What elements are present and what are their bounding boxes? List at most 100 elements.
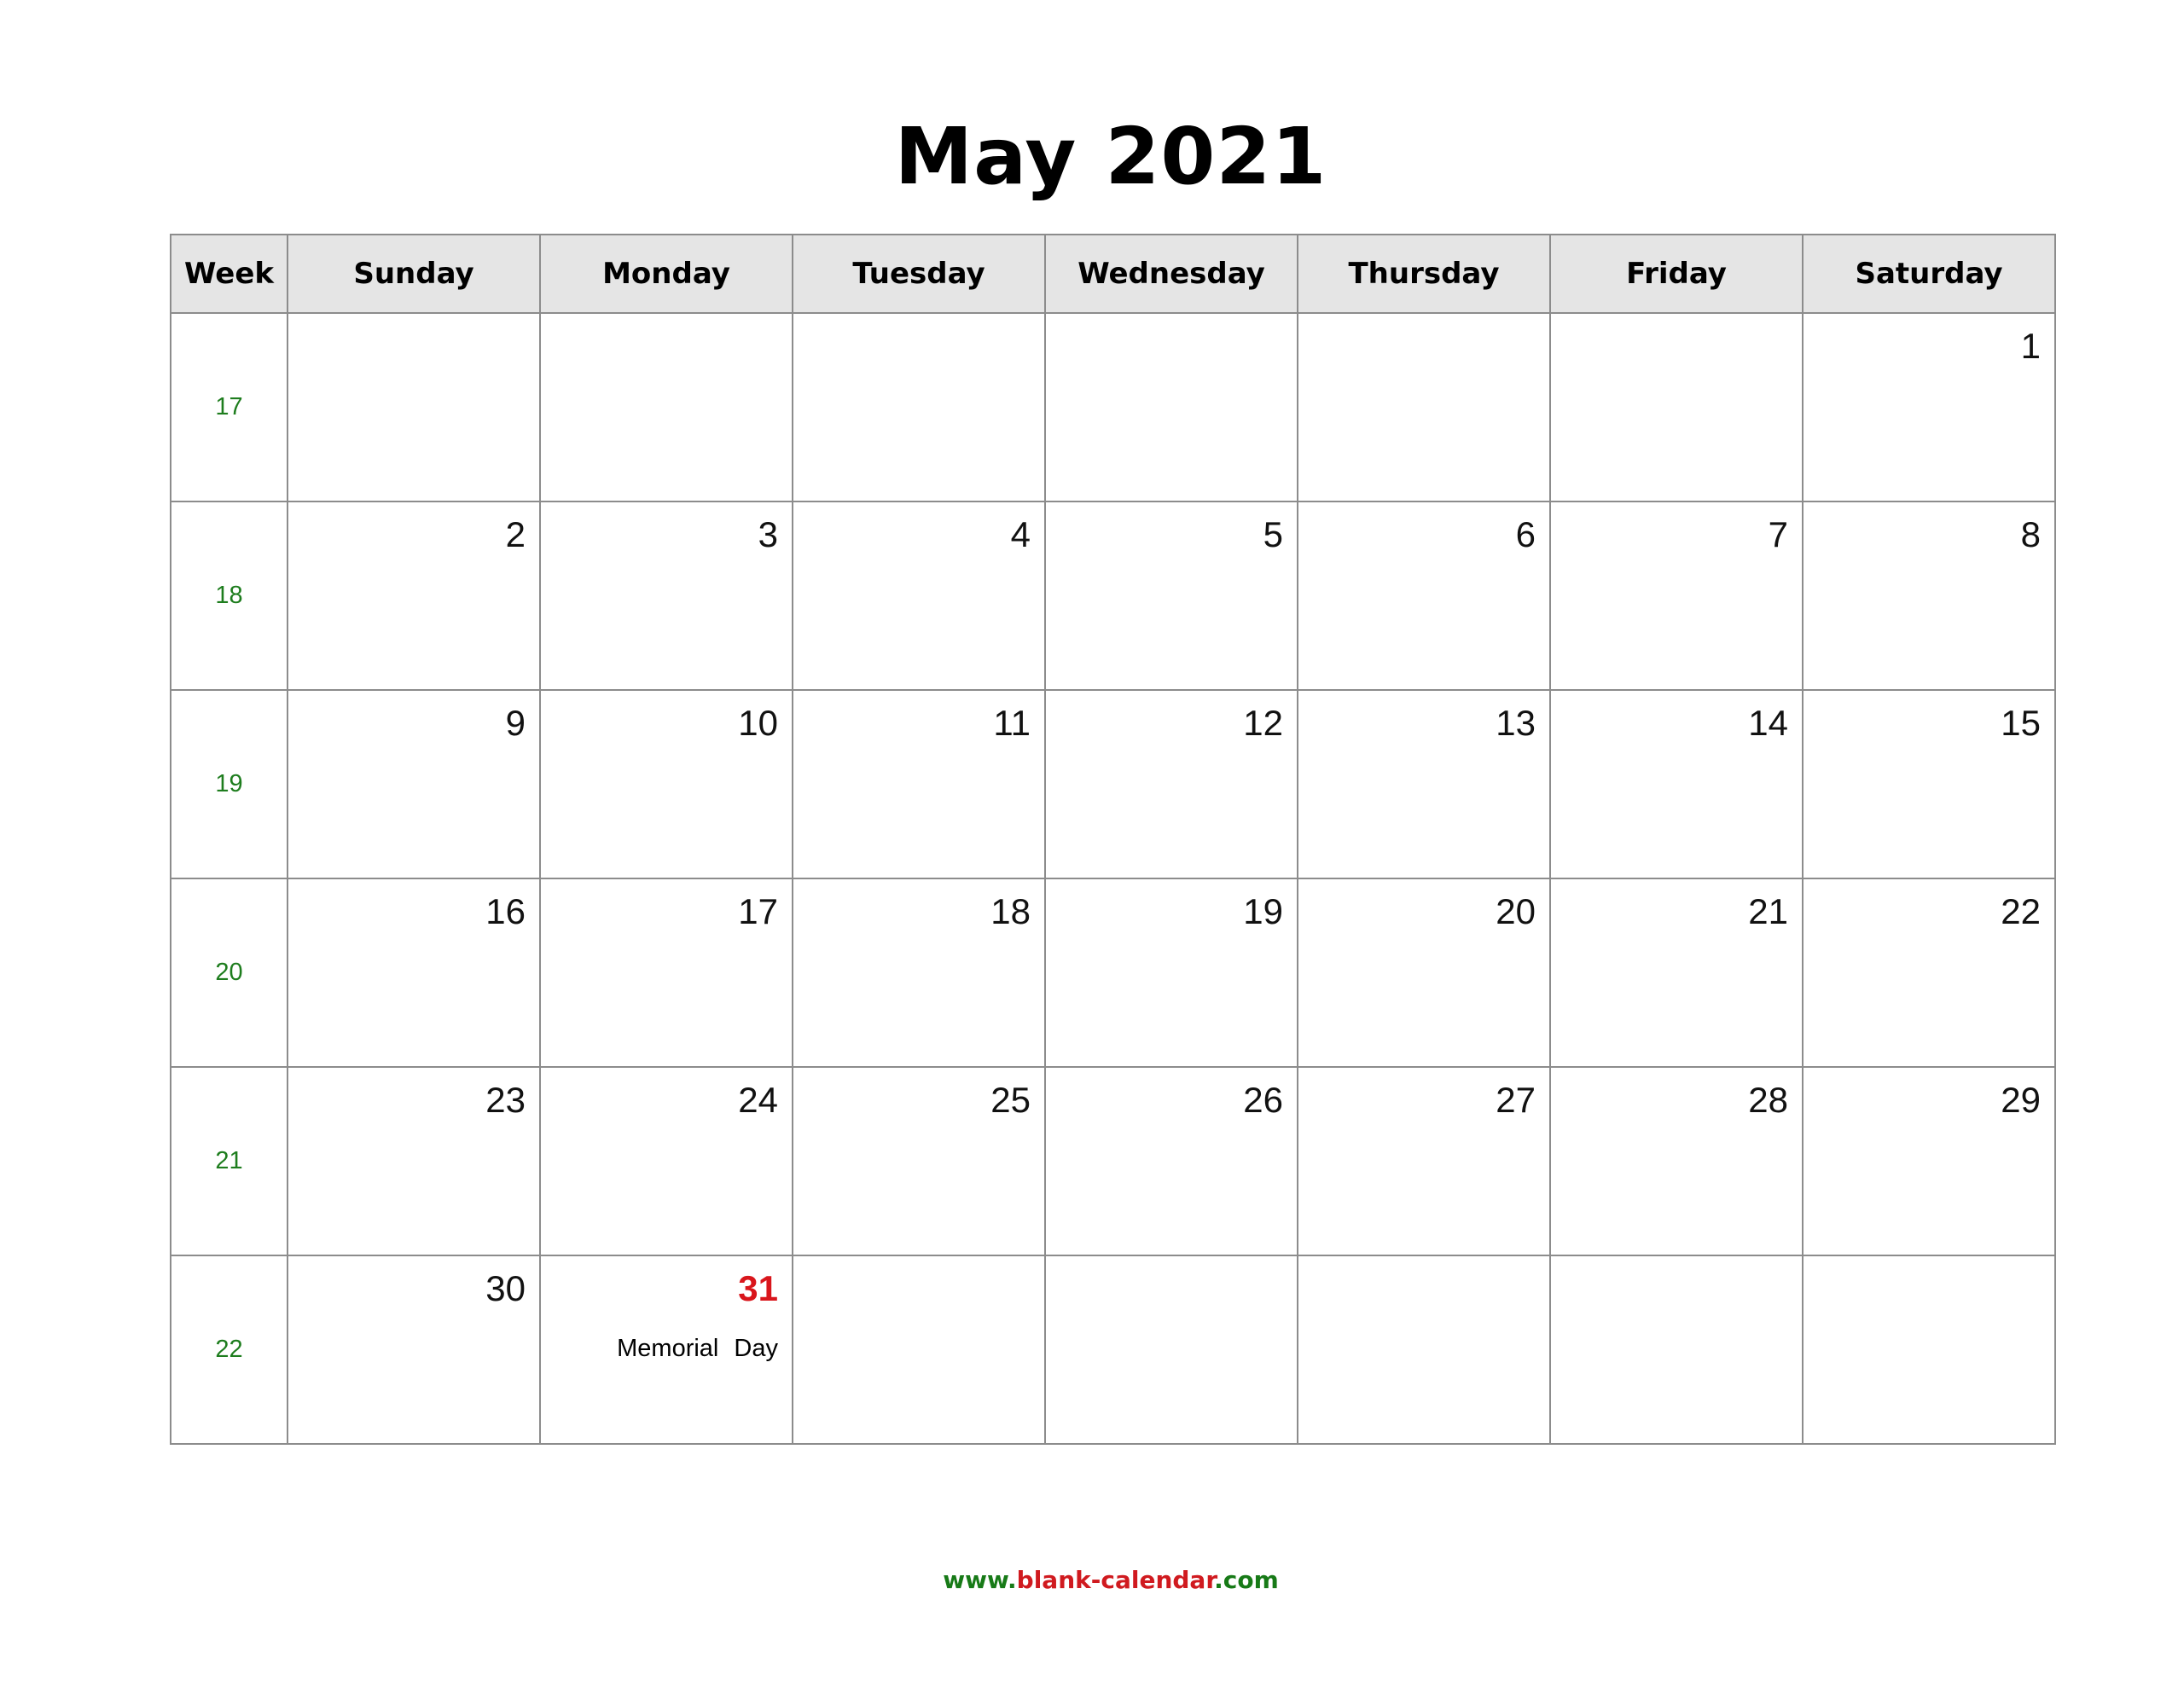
date-number: 14 xyxy=(1748,703,1788,743)
day-cell-wednesday[interactable]: 12 xyxy=(1044,689,1298,879)
date-number: 3 xyxy=(758,514,778,554)
day-cell-saturday[interactable]: 15 xyxy=(1802,689,2056,879)
date-number: 24 xyxy=(738,1080,778,1120)
date-number: 11 xyxy=(993,703,1031,743)
holiday-date-number: 31 xyxy=(738,1268,778,1308)
day-cell-wednesday[interactable]: 5 xyxy=(1044,501,1298,691)
day-cell-friday[interactable]: 21 xyxy=(1549,878,1804,1068)
date-number: 27 xyxy=(1496,1080,1536,1120)
week-number: 21 xyxy=(170,1066,288,1256)
weekday-header-row: Week Sunday Monday Tuesday Wednesday Thu… xyxy=(170,234,2056,314)
day-cell-thursday[interactable]: 27 xyxy=(1297,1066,1551,1256)
day-cell-monday[interactable]: 24 xyxy=(539,1066,793,1256)
week-row: 22 30 31 Memorial Day xyxy=(170,1255,2056,1445)
empty-day-cell[interactable] xyxy=(792,1255,1046,1445)
date-number: 2 xyxy=(505,514,526,554)
week-number: 18 xyxy=(170,501,288,691)
week-number: 20 xyxy=(170,878,288,1068)
empty-day-cell[interactable] xyxy=(1044,1255,1298,1445)
week-column-header: Week xyxy=(170,234,288,314)
weekday-header-wednesday: Wednesday xyxy=(1044,234,1298,314)
date-number: 17 xyxy=(738,891,778,931)
day-cell-monday[interactable]: 10 xyxy=(539,689,793,879)
date-number: 8 xyxy=(2020,514,2041,554)
weekday-header-tuesday: Tuesday xyxy=(792,234,1046,314)
week-row: 21 23 24 25 26 27 28 29 xyxy=(170,1066,2056,1256)
day-cell-saturday[interactable]: 29 xyxy=(1802,1066,2056,1256)
day-cell-monday[interactable]: 17 xyxy=(539,878,793,1068)
date-number: 19 xyxy=(1243,891,1283,931)
date-number: 28 xyxy=(1748,1080,1788,1120)
day-cell-wednesday[interactable]: 26 xyxy=(1044,1066,1298,1256)
date-number: 16 xyxy=(485,891,526,931)
week-number: 19 xyxy=(170,689,288,879)
date-number: 21 xyxy=(1748,891,1788,931)
date-number: 6 xyxy=(1515,514,1536,554)
day-cell-thursday[interactable]: 13 xyxy=(1297,689,1551,879)
date-number: 1 xyxy=(2020,326,2041,366)
date-number: 10 xyxy=(738,703,778,743)
day-cell-saturday[interactable]: 8 xyxy=(1802,501,2056,691)
day-cell-tuesday[interactable]: 11 xyxy=(792,689,1046,879)
holiday-label: Memorial Day xyxy=(617,1335,778,1362)
day-cell-tuesday[interactable]: 4 xyxy=(792,501,1046,691)
day-cell-sunday[interactable]: 9 xyxy=(287,689,541,879)
date-number: 12 xyxy=(1243,703,1283,743)
date-number: 20 xyxy=(1496,891,1536,931)
date-number: 25 xyxy=(990,1080,1031,1120)
day-cell-monday[interactable]: 3 xyxy=(539,501,793,691)
empty-day-cell[interactable] xyxy=(287,312,541,502)
date-number: 18 xyxy=(990,891,1031,931)
day-cell-sunday[interactable]: 30 xyxy=(287,1255,541,1445)
day-cell-tuesday[interactable]: 25 xyxy=(792,1066,1046,1256)
empty-day-cell[interactable] xyxy=(1802,1255,2056,1445)
day-cell-sunday[interactable]: 23 xyxy=(287,1066,541,1256)
weekday-header-monday: Monday xyxy=(539,234,793,314)
date-number: 9 xyxy=(505,703,526,743)
date-number: 26 xyxy=(1243,1080,1283,1120)
empty-day-cell[interactable] xyxy=(1549,312,1804,502)
week-number: 17 xyxy=(170,312,288,502)
week-row: 19 9 10 11 12 13 14 15 xyxy=(170,689,2056,879)
footer-url-suffix: .com xyxy=(1214,1566,1279,1594)
day-cell-saturday[interactable]: 22 xyxy=(1802,878,2056,1068)
day-cell-thursday[interactable]: 6 xyxy=(1297,501,1551,691)
empty-day-cell[interactable] xyxy=(1297,1255,1551,1445)
weekday-header-friday: Friday xyxy=(1549,234,1804,314)
day-cell-friday[interactable]: 14 xyxy=(1549,689,1804,879)
website-footer[interactable]: www.blank-calendar.com xyxy=(0,1566,2184,1594)
calendar-title: May 2021 xyxy=(894,111,1327,202)
day-cell-tuesday[interactable]: 18 xyxy=(792,878,1046,1068)
day-cell-wednesday[interactable]: 19 xyxy=(1044,878,1298,1068)
day-cell-monday[interactable]: 31 Memorial Day xyxy=(539,1255,793,1445)
week-row: 17 1 xyxy=(170,312,2056,502)
day-cell-friday[interactable]: 7 xyxy=(1549,501,1804,691)
date-number: 23 xyxy=(485,1080,526,1120)
empty-day-cell[interactable] xyxy=(539,312,793,502)
day-cell-saturday[interactable]: 1 xyxy=(1802,312,2056,502)
date-number: 13 xyxy=(1496,703,1536,743)
date-number: 4 xyxy=(1010,514,1031,554)
weekday-header-saturday: Saturday xyxy=(1802,234,2056,314)
date-number: 5 xyxy=(1263,514,1283,554)
week-row: 20 16 17 18 19 20 21 22 xyxy=(170,878,2056,1068)
footer-url-domain: blank-calendar xyxy=(1016,1566,1215,1594)
date-number: 7 xyxy=(1768,514,1788,554)
empty-day-cell[interactable] xyxy=(1297,312,1551,502)
day-cell-sunday[interactable]: 2 xyxy=(287,501,541,691)
calendar-grid: Week Sunday Monday Tuesday Wednesday Thu… xyxy=(170,234,2056,1445)
empty-day-cell[interactable] xyxy=(792,312,1046,502)
empty-day-cell[interactable] xyxy=(1044,312,1298,502)
footer-url-prefix: www. xyxy=(943,1566,1017,1594)
date-number: 29 xyxy=(2001,1080,2041,1120)
weekday-header-thursday: Thursday xyxy=(1297,234,1551,314)
date-number: 30 xyxy=(485,1268,526,1308)
day-cell-sunday[interactable]: 16 xyxy=(287,878,541,1068)
day-cell-thursday[interactable]: 20 xyxy=(1297,878,1551,1068)
date-number: 22 xyxy=(2001,891,2041,931)
empty-day-cell[interactable] xyxy=(1549,1255,1804,1445)
weekday-header-sunday: Sunday xyxy=(287,234,541,314)
week-row: 18 2 3 4 5 6 7 8 xyxy=(170,501,2056,691)
date-number: 15 xyxy=(2001,703,2041,743)
day-cell-friday[interactable]: 28 xyxy=(1549,1066,1804,1256)
